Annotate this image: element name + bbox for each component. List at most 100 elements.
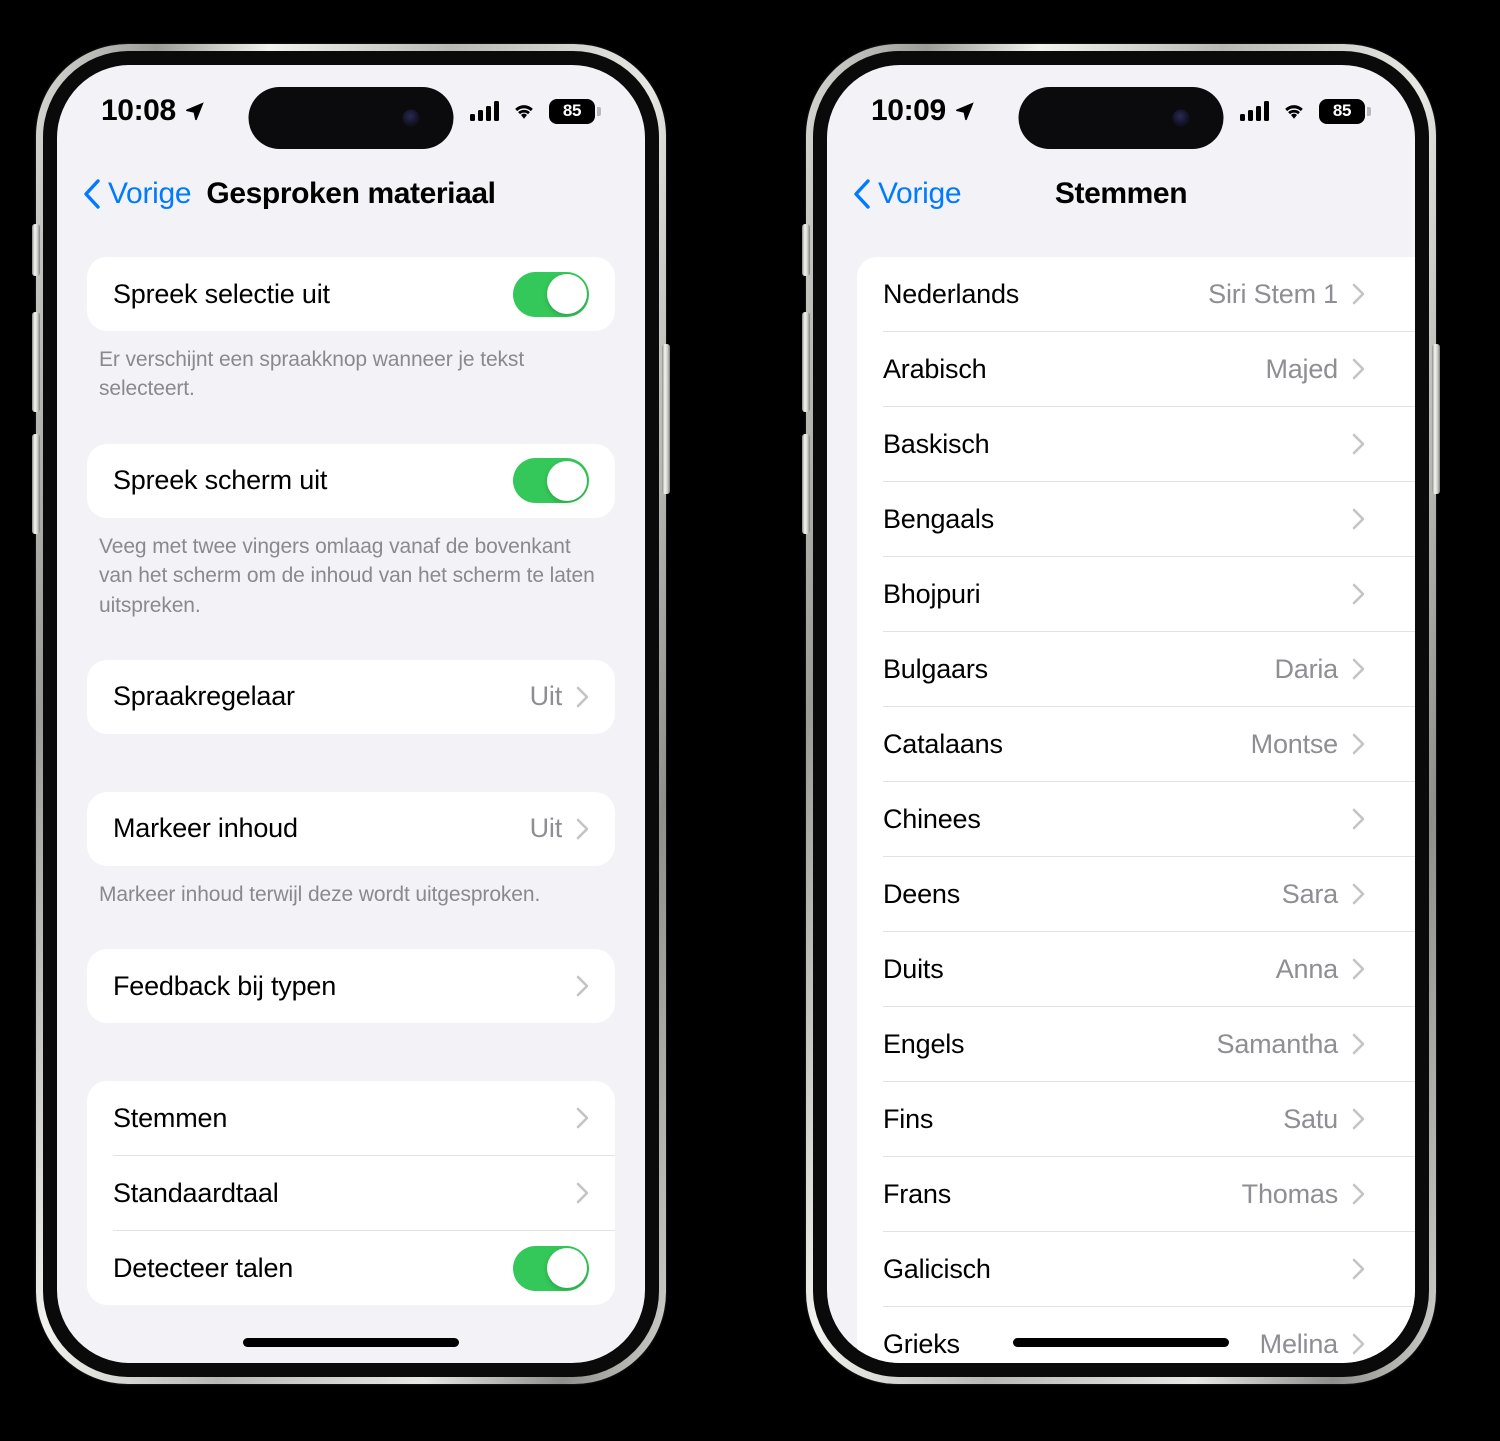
home-indicator[interactable] <box>1013 1338 1229 1347</box>
status-bar: 10:08 85 <box>57 65 645 157</box>
toggle-detecteer-talen[interactable] <box>513 1245 589 1291</box>
language-name: Chinees <box>883 803 981 834</box>
list-item[interactable]: Fins Satu <box>857 1082 1415 1156</box>
nav-bar: Vorige Gesproken materiaal <box>57 157 645 231</box>
section-highlight-content: Markeer inhoud Uit <box>87 791 615 866</box>
list-item[interactable]: Grieks Melina <box>857 1307 1415 1363</box>
action-button[interactable] <box>32 224 40 276</box>
row-label: Stemmen <box>113 1102 228 1133</box>
power-button[interactable] <box>662 344 670 494</box>
status-bar-right: 85 <box>470 98 601 124</box>
list-item[interactable]: Duits Anna <box>857 932 1415 1006</box>
volume-down-button[interactable] <box>802 434 810 534</box>
toggle-spreek-selectie-uit[interactable] <box>513 271 589 317</box>
status-time: 10:09 <box>871 94 946 127</box>
action-button[interactable] <box>802 224 810 276</box>
chevron-right-icon <box>1352 283 1365 305</box>
list-item[interactable]: Nederlands Siri Stem 1 <box>857 257 1415 331</box>
status-time: 10:08 <box>101 94 176 127</box>
row-markeer-inhoud[interactable]: Markeer inhoud Uit <box>87 792 615 866</box>
chevron-right-icon <box>1352 733 1365 755</box>
language-name: Baskisch <box>883 428 990 459</box>
list-item[interactable]: Bengaals <box>857 482 1415 556</box>
chevron-right-icon <box>576 975 589 997</box>
back-button[interactable]: Vorige <box>83 177 192 211</box>
chevron-right-icon <box>576 1107 589 1129</box>
chevron-right-icon <box>1352 883 1365 905</box>
chevron-right-icon <box>576 1182 589 1204</box>
battery-level: 85 <box>562 101 582 120</box>
language-name: Catalaans <box>883 728 1003 759</box>
list-item[interactable]: Bhojpuri <box>857 557 1415 631</box>
volume-up-button[interactable] <box>32 312 40 412</box>
battery-icon: 85 <box>1319 98 1371 124</box>
iphone-mockup-left: 10:08 85 Vorige Gesproken materiaal Spre… <box>32 44 670 1384</box>
row-detecteer-talen[interactable]: Detecteer talen <box>87 1231 615 1305</box>
nav-bar: Vorige Stemmen <box>827 157 1415 231</box>
chevron-right-icon <box>1352 1333 1365 1355</box>
cellular-bars-icon <box>1240 101 1269 121</box>
language-name: Duits <box>883 953 944 984</box>
wifi-icon <box>1285 105 1303 119</box>
list-item[interactable]: Deens Sara <box>857 857 1415 931</box>
language-name: Grieks <box>883 1328 960 1359</box>
status-bar: 10:09 85 <box>827 65 1415 157</box>
voices-language-list: Nederlands Siri Stem 1 Arabisch Majed Baskis… <box>857 257 1415 1363</box>
voice-name: Majed <box>1265 353 1338 384</box>
row-spraakregelaar[interactable]: Spraakregelaar Uit <box>87 660 615 734</box>
toggle-spreek-scherm-uit[interactable] <box>513 458 589 504</box>
section-speech-controller: Spraakregelaar Uit <box>87 659 615 734</box>
row-label: Standaardtaal <box>113 1177 279 1208</box>
section-typing-feedback: Feedback bij typen <box>87 949 615 1024</box>
front-camera-icon <box>1172 109 1190 127</box>
list-item[interactable]: Bulgaars Daria <box>857 632 1415 706</box>
dynamic-island <box>248 87 454 149</box>
chevron-right-icon <box>1352 1183 1365 1205</box>
voice-name: Sara <box>1281 878 1338 909</box>
row-label: Feedback bij typen <box>113 970 337 1001</box>
language-name: Nederlands <box>883 278 1020 309</box>
screen-right: 10:09 85 Vorige Stemmen Nederlands Siri … <box>827 65 1415 1363</box>
location-arrow-icon <box>955 102 974 121</box>
list-item[interactable]: Catalaans Montse <box>857 707 1415 781</box>
voice-name: Montse <box>1250 728 1339 759</box>
row-spreek-scherm-uit[interactable]: Spreek scherm uit <box>87 444 615 518</box>
section-speak-screen: Spreek scherm uit <box>87 443 615 518</box>
row-spreek-selectie-uit[interactable]: Spreek selectie uit <box>87 257 615 331</box>
phone-bezel: 10:09 85 Vorige Stemmen Nederlands Siri … <box>813 51 1429 1377</box>
voice-name: Melina <box>1259 1328 1339 1359</box>
row-stemmen[interactable]: Stemmen <box>87 1081 615 1155</box>
voice-name: Daria <box>1274 653 1338 684</box>
front-camera-icon <box>402 109 420 127</box>
voice-name: Satu <box>1283 1103 1338 1134</box>
list-item[interactable]: Galicisch <box>857 1232 1415 1306</box>
language-name: Deens <box>883 878 961 909</box>
list-item[interactable]: Engels Samantha <box>857 1007 1415 1081</box>
list-item[interactable]: Chinees <box>857 782 1415 856</box>
chevron-right-icon <box>1352 433 1365 455</box>
row-value: Uit <box>529 681 563 712</box>
chevron-right-icon <box>1352 358 1365 380</box>
chevron-right-icon <box>1352 808 1365 830</box>
chevron-right-icon <box>1352 1033 1365 1055</box>
language-name: Bengaals <box>883 503 994 534</box>
language-name: Arabisch <box>883 353 987 384</box>
volume-down-button[interactable] <box>32 434 40 534</box>
footnote-speak-screen: Veeg met twee vingers omlaag vanaf de bo… <box>99 534 595 617</box>
row-standaardtaal[interactable]: Standaardtaal <box>87 1156 615 1230</box>
chevron-right-icon <box>1352 583 1365 605</box>
list-item[interactable]: Baskisch <box>857 407 1415 481</box>
status-bar-right: 85 <box>1240 98 1371 124</box>
row-label: Spreek selectie uit <box>113 278 330 309</box>
home-indicator[interactable] <box>243 1338 459 1347</box>
row-feedback-bij-typen[interactable]: Feedback bij typen <box>87 949 615 1023</box>
chevron-right-icon <box>576 686 589 708</box>
row-label: Detecteer talen <box>113 1252 294 1283</box>
list-item[interactable]: Frans Thomas <box>857 1157 1415 1231</box>
language-name: Engels <box>883 1028 965 1059</box>
list-item[interactable]: Arabisch Majed <box>857 332 1415 406</box>
volume-up-button[interactable] <box>802 312 810 412</box>
back-button[interactable]: Vorige <box>853 177 962 211</box>
power-button[interactable] <box>1432 344 1440 494</box>
cellular-bars-icon <box>470 101 499 121</box>
